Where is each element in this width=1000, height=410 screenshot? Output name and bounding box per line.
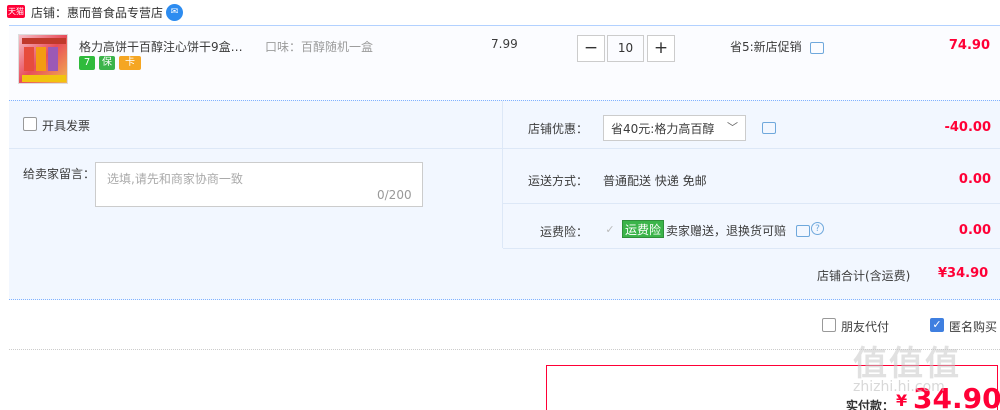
chat-icon[interactable] [796, 225, 810, 237]
coupon-label: 店铺优惠： [528, 122, 589, 136]
qty-minus-button[interactable]: − [577, 35, 605, 62]
subtotal-label: 店铺合计(含运费) [817, 269, 911, 283]
divider [9, 148, 503, 149]
credit-card-icon[interactable]: 卡 [119, 56, 141, 70]
shipping-label: 运送方式： [528, 174, 589, 188]
item-sku: 口味：百醇随机一盒 [265, 40, 374, 54]
qty-plus-button[interactable]: + [647, 35, 675, 62]
item-price: 7.99 [491, 37, 518, 51]
coupon-selected-value[interactable]: 省40元:格力高百醇 [611, 120, 714, 137]
divider [503, 148, 1000, 149]
chat-icon[interactable] [762, 122, 776, 134]
item-promo: 省5:新店促销 [730, 40, 802, 54]
insurance-badge: 运费险 [622, 220, 665, 238]
help-icon[interactable]: ? [811, 222, 824, 235]
shipping-amount: 0.00 [958, 172, 991, 187]
anonymous-checkbox[interactable]: ✓ [930, 318, 944, 332]
shipping-method: 普通配送 快递 免邮 [603, 174, 707, 188]
watermark-logo: 值值值 [853, 344, 961, 384]
friend-pay-checkbox[interactable] [822, 318, 836, 332]
friend-pay-label[interactable]: 朋友代付 [841, 318, 889, 335]
message-placeholder: 选填,请先和商家协商一致 [107, 172, 243, 186]
tmall-badge: 天猫 [7, 5, 25, 18]
message-label: 给卖家留言： [23, 167, 96, 181]
item-title[interactable]: 格力高饼干百醇注心饼干9盒百... [79, 38, 254, 55]
thumb-box [24, 47, 34, 71]
seven-day-return-icon[interactable]: 7 [79, 56, 95, 70]
invoice-checkbox[interactable] [23, 117, 37, 131]
watermark-url: zhizhi.hi.com [853, 379, 945, 395]
payment-label: 实付款： [846, 399, 895, 410]
qty-input[interactable]: 10 [607, 35, 644, 62]
shop-name[interactable]: 店铺：惠而普食品专营店 [31, 4, 163, 21]
wangwang-icon[interactable]: ✉ [166, 4, 183, 21]
chat-icon[interactable] [810, 42, 824, 54]
anonymous-label[interactable]: 匿名购买 [949, 318, 997, 335]
subtotal-amount: ¥34.90 [938, 266, 989, 281]
thumb-strip [22, 75, 66, 82]
item-thumbnail[interactable] [18, 34, 68, 84]
guarantee-icon[interactable]: 保 [99, 56, 115, 70]
thumb-banner [22, 38, 66, 44]
insurance-amount: 0.00 [958, 223, 991, 238]
divider [9, 349, 1000, 350]
insurance-label: 运费险： [540, 225, 589, 239]
divider [502, 101, 503, 248]
insurance-checkbox[interactable]: ✓ [603, 223, 617, 237]
thumb-box [48, 47, 58, 71]
invoice-label[interactable]: 开具发票 [42, 117, 90, 134]
coupon-amount: -40.00 [944, 120, 991, 135]
thumb-box [36, 47, 46, 71]
item-total: 74.90 [948, 38, 990, 53]
divider [503, 248, 1000, 249]
message-char-count: 0/200 [377, 188, 412, 202]
insurance-text: 卖家赠送，退换货可赔 [666, 224, 787, 238]
divider [503, 203, 1000, 204]
chevron-down-icon[interactable]: ﹀ [727, 119, 738, 135]
